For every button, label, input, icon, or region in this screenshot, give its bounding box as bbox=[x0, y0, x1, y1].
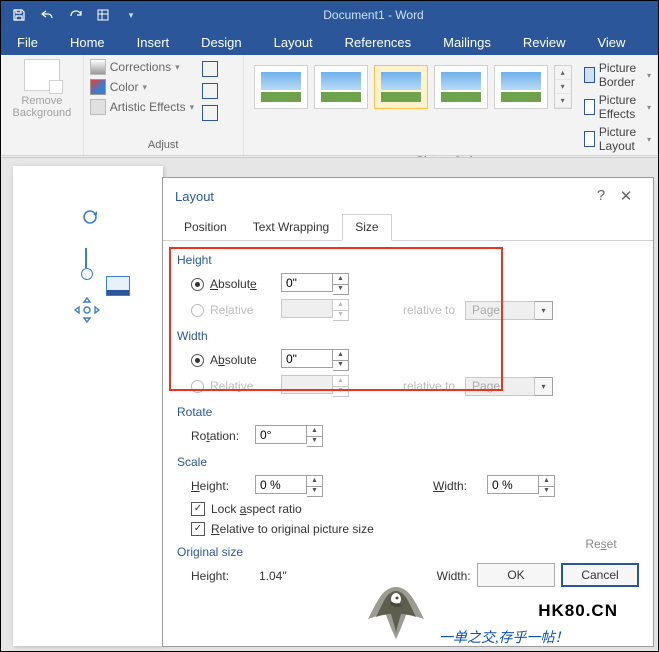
save-icon[interactable] bbox=[5, 1, 33, 29]
tab-size[interactable]: Size bbox=[342, 214, 391, 241]
picture-layout-button[interactable]: Picture Layout▾ bbox=[584, 125, 651, 153]
artistic-effects-button[interactable]: Artistic Effects▾ bbox=[90, 99, 194, 115]
watermark-url: HK80.CN bbox=[538, 601, 618, 621]
tab-layout[interactable]: Layout bbox=[258, 29, 329, 55]
corrections-icon bbox=[90, 59, 106, 75]
orig-height-value: 1.04" bbox=[259, 569, 287, 583]
color-icon bbox=[90, 79, 106, 95]
scale-height-spinner[interactable]: ▲▼ bbox=[255, 475, 323, 497]
section-rotate: Rotate bbox=[177, 405, 639, 419]
picture-effects-icon bbox=[584, 99, 595, 115]
tab-references[interactable]: References bbox=[329, 29, 427, 55]
picture-border-button[interactable]: Picture Border▾ bbox=[584, 61, 651, 89]
scale-width-input[interactable] bbox=[487, 475, 539, 494]
tab-home[interactable]: Home bbox=[54, 29, 121, 55]
rotation-input[interactable] bbox=[255, 425, 307, 444]
redo-icon[interactable] bbox=[61, 1, 89, 29]
lock-aspect-checkbox[interactable]: ✓Lock aspect ratio bbox=[191, 499, 639, 519]
tab-position[interactable]: Position bbox=[171, 214, 240, 241]
scale-width-label: Width: bbox=[433, 479, 487, 493]
rotate-handle-icon[interactable] bbox=[81, 208, 99, 226]
move-handle-icon[interactable] bbox=[73, 296, 101, 324]
picture-effects-button[interactable]: Picture Effects▾ bbox=[584, 93, 651, 121]
tab-text-wrapping[interactable]: Text Wrapping bbox=[240, 214, 342, 241]
style-thumb[interactable] bbox=[314, 65, 368, 109]
cancel-button[interactable]: Cancel bbox=[561, 563, 639, 587]
corrections-button[interactable]: Corrections▾ bbox=[90, 59, 194, 75]
change-picture-icon[interactable] bbox=[202, 83, 218, 99]
ok-button[interactable]: OK bbox=[477, 563, 555, 587]
tab-mailings[interactable]: Mailings bbox=[427, 29, 507, 55]
dialog-title: Layout bbox=[175, 189, 214, 204]
document-page[interactable] bbox=[13, 166, 163, 646]
title-bar: ▾ Document1 - Word bbox=[1, 1, 658, 29]
group-label-adjust: Adjust bbox=[90, 137, 237, 155]
picture-styles-gallery[interactable]: ▴▾▾ bbox=[250, 59, 576, 153]
reset-picture-icon[interactable] bbox=[202, 105, 218, 121]
dialog-tabs: Position Text Wrapping Size bbox=[163, 214, 653, 241]
style-thumb[interactable] bbox=[254, 65, 308, 109]
compress-pictures-icon[interactable] bbox=[202, 61, 218, 77]
style-thumb[interactable] bbox=[494, 65, 548, 109]
reset-button[interactable]: Reset bbox=[563, 533, 639, 555]
style-thumb[interactable] bbox=[374, 65, 428, 109]
artistic-icon bbox=[90, 99, 106, 115]
scale-height-label: Height: bbox=[191, 479, 255, 493]
tab-help[interactable]: Help bbox=[641, 29, 659, 55]
scale-width-spinner[interactable]: ▲▼ bbox=[487, 475, 555, 497]
help-button[interactable]: ? bbox=[591, 187, 611, 205]
ribbon: Remove Background Corrections▾ Color▾ Ar… bbox=[1, 55, 658, 156]
picture-layout-icon bbox=[584, 131, 595, 147]
tab-view[interactable]: View bbox=[581, 29, 641, 55]
tab-file[interactable]: File bbox=[1, 29, 54, 55]
tab-design[interactable]: Design bbox=[185, 29, 257, 55]
layout-dialog: Layout ? ✕ Position Text Wrapping Size H… bbox=[162, 177, 654, 647]
window-title: Document1 - Word bbox=[89, 8, 658, 22]
selection-handle[interactable] bbox=[81, 268, 93, 280]
layout-options-icon[interactable] bbox=[106, 276, 130, 296]
orig-height-label: Height: bbox=[191, 569, 255, 583]
highlight-box bbox=[169, 247, 503, 391]
rotation-label: Rotation: bbox=[191, 429, 255, 443]
color-button[interactable]: Color▾ bbox=[90, 79, 194, 95]
style-thumb[interactable] bbox=[434, 65, 488, 109]
tab-insert[interactable]: Insert bbox=[121, 29, 186, 55]
undo-icon[interactable] bbox=[33, 1, 61, 29]
picture-border-icon bbox=[584, 67, 595, 83]
rotation-spinner[interactable]: ▲▼ bbox=[255, 425, 323, 447]
selection-connector bbox=[85, 248, 87, 268]
gallery-more-button[interactable]: ▴▾▾ bbox=[554, 65, 572, 109]
ribbon-tabs: File Home Insert Design Layout Reference… bbox=[1, 29, 658, 55]
scale-height-input[interactable] bbox=[255, 475, 307, 494]
remove-background-icon bbox=[24, 59, 60, 91]
tab-review[interactable]: Review bbox=[507, 29, 582, 55]
remove-background-button[interactable]: Remove Background bbox=[12, 59, 72, 119]
section-scale: Scale bbox=[177, 455, 639, 469]
close-button[interactable]: ✕ bbox=[611, 187, 641, 205]
